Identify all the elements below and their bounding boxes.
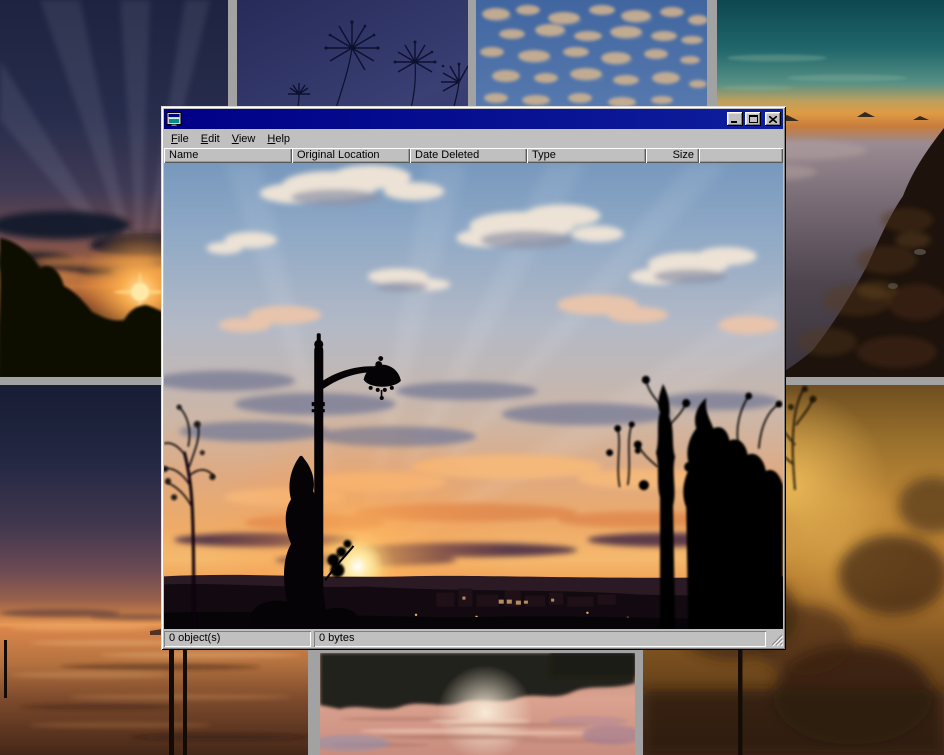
column-header-filler — [699, 148, 783, 163]
column-header-name[interactable]: Name — [164, 148, 292, 163]
recycle-bin-window: File Edit View Help Name Original Locati… — [161, 106, 786, 650]
minimize-button[interactable] — [727, 112, 743, 126]
status-objects: 0 object(s) — [164, 631, 311, 647]
program-window-icon[interactable] — [166, 111, 182, 127]
menu-help[interactable]: Help — [261, 131, 296, 147]
close-button[interactable] — [765, 112, 781, 126]
close-icon — [769, 116, 777, 123]
photo-tile-pink-reflection — [320, 653, 635, 755]
column-header-date-deleted[interactable]: Date Deleted — [410, 148, 527, 163]
minimize-icon — [731, 116, 739, 123]
column-header-original-location[interactable]: Original Location — [292, 148, 410, 163]
menu-bar: File Edit View Help — [164, 130, 783, 148]
column-header-size[interactable]: Size — [646, 148, 699, 163]
resize-grip-icon — [769, 631, 783, 647]
maximize-icon — [749, 115, 758, 123]
window-titlebar[interactable] — [164, 109, 783, 129]
menu-file[interactable]: File — [165, 131, 195, 147]
desktop: { "desktop": { "background_color": "#a2a… — [0, 0, 944, 755]
status-bar: 0 object(s) 0 bytes — [164, 631, 783, 647]
menu-view[interactable]: View — [226, 131, 262, 147]
menu-edit[interactable]: Edit — [195, 131, 226, 147]
list-column-headers: Name Original Location Date Deleted Type… — [164, 148, 783, 163]
maximize-button[interactable] — [745, 112, 761, 126]
column-header-type[interactable]: Type — [527, 148, 646, 163]
status-bytes: 0 bytes — [314, 631, 766, 647]
resize-grip[interactable] — [769, 631, 783, 647]
content-photo[interactable] — [164, 163, 783, 629]
